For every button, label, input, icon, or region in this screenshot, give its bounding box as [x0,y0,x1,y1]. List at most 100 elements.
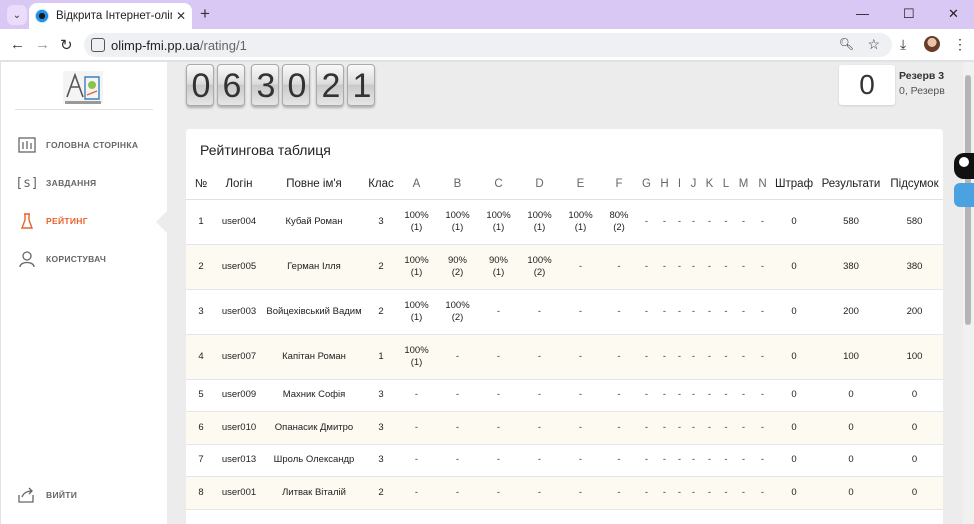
table-cell: - [560,334,601,380]
table-row: 1 user004 Кубай Роман 3 100% (1) 100% (1) 100% (1… [186,199,943,245]
table-cell: - [701,379,718,412]
location-pin-icon[interactable] [954,153,974,179]
table-cell: 580 [816,199,886,245]
table-cell: 0 [772,244,816,290]
table-cell: - [734,444,753,477]
column-header: Логін [216,169,262,200]
browser-tab[interactable]: Відкрита Інтернет-олімпіада Р ✕ [29,3,192,29]
table-cell: - [437,444,478,477]
table-cell: 100% (1) [396,334,437,380]
minimize-icon[interactable]: — [856,6,869,21]
page: ГОЛОВНА СТОРІНКА [s] ЗАВДАННЯ РЕЙТИНГ КО… [1,62,963,524]
forward-icon[interactable]: → [35,36,50,53]
site-info-icon[interactable] [91,38,105,52]
table-cell: - [437,334,478,380]
sidebar-item-label: РЕЙТИНГ [46,216,88,226]
new-tab-button[interactable]: + [200,5,210,23]
table-cell: 0 [772,444,816,477]
table-cell: - [718,244,734,290]
table-cell: user013 [216,444,262,477]
table-cell: 2 [366,244,396,290]
table-cell: - [560,411,601,445]
side-widget-icon[interactable] [954,183,974,207]
address-bar[interactable]: olimp-fmi.pp.ua/rating/1 🔍︎ ☆ [84,33,892,57]
table-cell: - [686,334,701,380]
column-header: Клас [366,169,396,200]
chevron-down-icon: ⌄ [12,9,22,21]
table-cell: 4 [186,334,216,380]
table-cell: 3 [366,199,396,245]
table-cell: - [560,379,601,412]
table-cell: - [656,476,673,510]
menu-kebab-icon[interactable]: ⋮ [953,36,967,53]
sidebar-item-label: КОРИСТУВАЧ [46,254,107,264]
table-cell: 7 [186,444,216,477]
table-cell: user004 [216,199,262,245]
timer-digit: 6 [217,64,245,106]
column-header: I [673,169,686,200]
sidebar: ГОЛОВНА СТОРІНКА [s] ЗАВДАННЯ РЕЙТИНГ КО… [1,62,167,524]
column-header: K [701,169,718,200]
profile-avatar[interactable] [924,36,940,52]
bookmark-star-icon[interactable]: ☆ [867,36,880,53]
tab-search-button[interactable]: ⌄ [7,5,27,25]
logout-button[interactable]: ВИЙТИ [17,483,157,507]
table-cell: 90% (1) [478,244,519,290]
table-cell: 2 [366,289,396,335]
user-subtitle: 0, Резерв [899,85,945,97]
table-cell: - [478,476,519,510]
table-cell: - [718,199,734,245]
table-cell: - [601,244,637,290]
table-cell: - [637,334,656,380]
sidebar-item-tasks[interactable]: [s] ЗАВДАННЯ [15,171,157,195]
back-icon[interactable]: ← [10,36,25,53]
table-cell: - [478,379,519,412]
column-header: C [478,169,519,200]
table-cell: 100 [886,334,943,380]
table-cell: 3 [366,411,396,445]
column-header: J [686,169,701,200]
maximize-icon[interactable]: ☐ [903,6,915,22]
sidebar-item-rating[interactable]: РЕЙТИНГ [17,209,157,233]
table-cell: Литвак Віталій [262,476,366,510]
close-tab-icon[interactable]: ✕ [176,9,186,23]
table-cell: 80% (2) [601,199,637,245]
zoom-icon[interactable]: 🔍︎ [839,37,854,51]
table-row: 7 user013 Шроль Олександр 3- - - - - - - - - - - - - -0 0… [186,444,943,477]
column-header: Результати [816,169,886,200]
table-cell: - [396,411,437,445]
timer-digit: 0 [282,64,310,106]
table-cell: - [753,411,772,445]
table-cell: 0 [816,476,886,510]
table-cell: 3 [366,379,396,412]
download-icon[interactable]: ⤓ [900,36,906,53]
table-row: 8 user001 Литвак Віталій 2- - - - - - - - - - - - - -0 0 0 [186,476,943,510]
table-cell: 0 [772,476,816,510]
table-cell: user010 [216,411,262,445]
table-cell: - [478,444,519,477]
table-cell: 580 [886,199,943,245]
table-cell: 2 [186,244,216,290]
sidebar-item-home[interactable]: ГОЛОВНА СТОРІНКА [17,133,157,157]
table-cell: user001 [216,476,262,510]
table-cell: - [601,379,637,412]
table-cell: - [701,476,718,510]
table-cell: - [396,476,437,510]
close-window-icon[interactable]: ✕ [948,6,959,22]
table-cell: - [519,411,560,445]
table-cell: 3 [186,289,216,335]
table-cell: user009 [216,379,262,412]
column-header: N [753,169,772,200]
table-cell: user003 [216,289,262,335]
table-cell: 3 [366,444,396,477]
table-cell: 0 [816,379,886,412]
reload-icon[interactable]: ↻ [60,36,73,54]
table-cell: - [701,411,718,445]
table-cell: 90% (2) [437,244,478,290]
rating-table: № Логін Повне ім'я Клас A B C D E F G H I J K L M N Штраф Р… [186,169,943,510]
table-cell: - [560,244,601,290]
table-cell: - [396,379,437,412]
sidebar-item-user[interactable]: КОРИСТУВАЧ [17,247,157,271]
table-cell: 200 [886,289,943,335]
column-header: G [637,169,656,200]
